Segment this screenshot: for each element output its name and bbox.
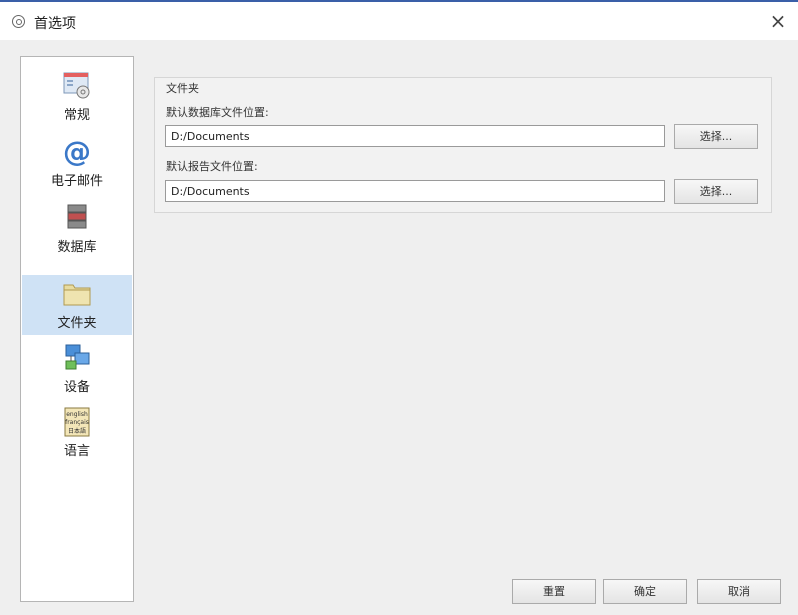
sidebar-item-folders[interactable]: 文件夹 (22, 275, 132, 335)
folders-group-title: 文件夹 (166, 82, 199, 95)
sidebar-item-database[interactable]: 数据库 (22, 199, 132, 259)
sidebar-item-label: 电子邮件 (50, 174, 103, 189)
svg-text:français: français (65, 419, 89, 426)
devices-icon (65, 344, 90, 370)
sidebar-item-label: 语言 (63, 444, 90, 459)
report-location-input[interactable] (165, 180, 665, 202)
general-settings-icon (63, 72, 90, 99)
language-icon: english français 日本語 (64, 407, 90, 437)
close-button[interactable]: × (766, 10, 790, 34)
preferences-sidebar: 常规 @ 电子邮件 数据库 文件夹 设备 english français 日本… (20, 56, 134, 602)
sidebar-item-general[interactable]: 常规 (22, 67, 132, 127)
sidebar-item-devices[interactable]: 设备 (22, 339, 132, 399)
cancel-button[interactable]: 取消 (697, 579, 781, 604)
sidebar-item-label: 文件夹 (57, 316, 97, 331)
sidebar-item-language[interactable]: english français 日本語 语言 (22, 403, 132, 463)
svg-text:@: @ (63, 137, 91, 167)
title-bar: 首选项 × (0, 0, 798, 40)
database-location-input[interactable] (165, 125, 665, 147)
sidebar-item-label: 设备 (63, 380, 90, 395)
report-choose-button[interactable]: 选择... (674, 179, 758, 204)
svg-text:english: english (66, 411, 88, 418)
folder-icon (63, 284, 91, 306)
reset-button[interactable]: 重置 (512, 579, 596, 604)
svg-text:日本語: 日本語 (68, 427, 86, 435)
sidebar-item-label: 数据库 (57, 240, 97, 255)
database-icon (67, 204, 87, 229)
settings-gear-icon (12, 15, 25, 28)
database-choose-button[interactable]: 选择... (674, 124, 758, 149)
ok-button[interactable]: 确定 (603, 579, 687, 604)
sidebar-item-label: 常规 (63, 108, 90, 123)
database-location-label: 默认数据库文件位置: (166, 106, 269, 119)
sidebar-item-email[interactable]: @ 电子邮件 (22, 133, 132, 193)
window-title: 首选项 (34, 16, 76, 32)
email-at-icon: @ (63, 137, 91, 167)
report-location-label: 默认报告文件位置: (166, 160, 258, 173)
